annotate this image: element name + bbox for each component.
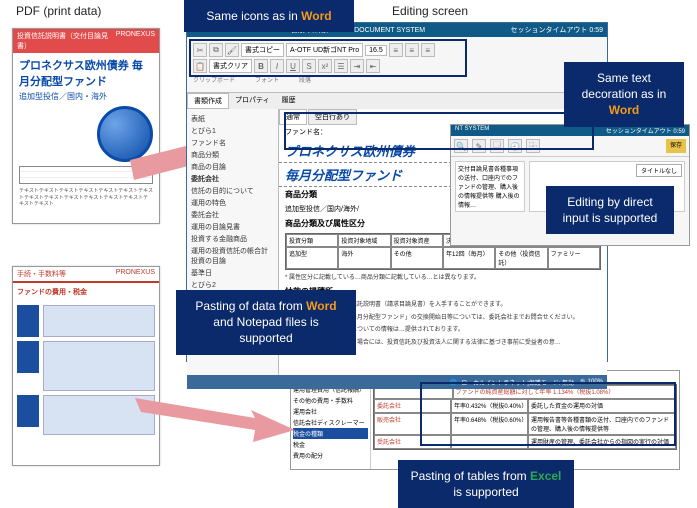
edit-icon[interactable]: ✎ <box>472 139 486 153</box>
indent-icon[interactable]: ⇥ <box>350 59 364 73</box>
search-icon[interactable]: 🔍 <box>454 139 468 153</box>
list-item[interactable]: その他の費用・手数料 <box>293 395 368 406</box>
subtab-blank[interactable]: 空白行あり <box>308 109 357 125</box>
italic-icon[interactable]: I <box>270 59 284 73</box>
sidebar-item[interactable]: 運用の目論見書 <box>191 221 274 233</box>
sidebar-item[interactable]: 委託会社 <box>191 173 274 185</box>
fontsize-select[interactable]: 16.5 <box>365 45 387 56</box>
pdf-thumbnail-1: 投資信託説明書（交付目論見書）PRONEXUS プロネクサス欧州債券 毎月分配型… <box>12 28 160 224</box>
list-item[interactable]: 信託会社ディスクレーマー <box>293 417 368 428</box>
sidebar-item[interactable]: 商品分類 <box>191 149 274 161</box>
main-tab-3[interactable]: 履歴 <box>276 93 302 109</box>
copy-icon[interactable]: ⧉ <box>209 43 223 57</box>
list-item[interactable]: 費用の配分 <box>293 450 368 461</box>
pdf-label: PDF (print data) <box>16 4 101 18</box>
list-icon[interactable]: ☰ <box>334 59 348 73</box>
save-tab[interactable]: 保存 <box>666 139 686 153</box>
font-select[interactable]: A-OTF UD新ゴNT Pro <box>286 43 363 57</box>
screen-icon[interactable]: 🗔 <box>490 139 504 153</box>
callout-textdeco: Same text decoration as in Word <box>564 62 684 127</box>
winswitch-icon[interactable]: ⿻ <box>526 139 540 153</box>
callout-paste-word: Pasting of data from Word and Notepad fi… <box>176 290 356 355</box>
excel-table[interactable]: ファンドの純資産総額に対して年率 1.134%（税抜1.08%） 委託会社年率0… <box>373 384 677 450</box>
editing-label: Editing screen <box>370 4 490 18</box>
list-item[interactable]: 税金の種類 <box>293 428 368 439</box>
sidebar-item[interactable]: 運用の特色 <box>191 197 274 209</box>
align-left-icon[interactable]: ≡ <box>389 43 403 57</box>
list-item[interactable]: 運用会社 <box>293 406 368 417</box>
sidebar-item[interactable]: 信託の目的について <box>191 185 274 197</box>
sidebar-item[interactable]: 表紙 <box>191 113 274 125</box>
underline-icon[interactable]: U <box>286 59 300 73</box>
subtab-normal[interactable]: 通常 <box>279 109 307 125</box>
sidebar-item[interactable]: 運用の投資信託の帳合計投資の目論 <box>191 245 274 267</box>
ribbon: ✂ ⧉ 🖌 書式コピー A-OTF UD新ゴNT Pro 16.5 ≡ ≡ ≡ … <box>187 37 607 93</box>
main-tab-1[interactable]: 書類作成 <box>187 93 229 109</box>
format-copy-icon[interactable]: 🖌 <box>225 43 239 57</box>
history-icon[interactable]: 🕘 <box>508 139 522 153</box>
arrow-2 <box>135 388 295 448</box>
status-bar: 🌐 ローカルイントラネット|保護モード: 無効 🔍 100% <box>187 375 607 389</box>
sidebar-item[interactable]: ファンド名 <box>191 137 274 149</box>
strike-icon[interactable]: S <box>302 59 316 73</box>
align-right-icon[interactable]: ≡ <box>421 43 435 57</box>
sidebar-item[interactable]: 投資する金融商品 <box>191 233 274 245</box>
sidebar-item[interactable]: 商品の目論 <box>191 161 274 173</box>
format-clear-label: 書式クリア <box>209 59 252 73</box>
callout-icons: Same icons as in Word <box>184 0 354 32</box>
title-none-box[interactable]: タイトルなし <box>636 164 682 177</box>
main-tab-2[interactable]: プロパティ <box>229 93 276 109</box>
sidebar-item[interactable]: 基準日 <box>191 267 274 279</box>
callout-direct: Editing by direct input is supported <box>546 186 674 234</box>
cut-icon[interactable]: ✂ <box>193 43 207 57</box>
bold-icon[interactable]: B <box>254 59 268 73</box>
sup-icon[interactable]: x² <box>318 59 332 73</box>
align-center-icon[interactable]: ≡ <box>405 43 419 57</box>
outdent-icon[interactable]: ⇤ <box>366 59 380 73</box>
format-copy-label: 書式コピー <box>241 43 284 57</box>
list-item[interactable]: 税金 <box>293 439 368 450</box>
paste-icon[interactable]: 📋 <box>193 59 207 73</box>
sidebar-item[interactable]: 委託会社 <box>191 209 274 221</box>
sidebar-item[interactable]: とびら1 <box>191 125 274 137</box>
